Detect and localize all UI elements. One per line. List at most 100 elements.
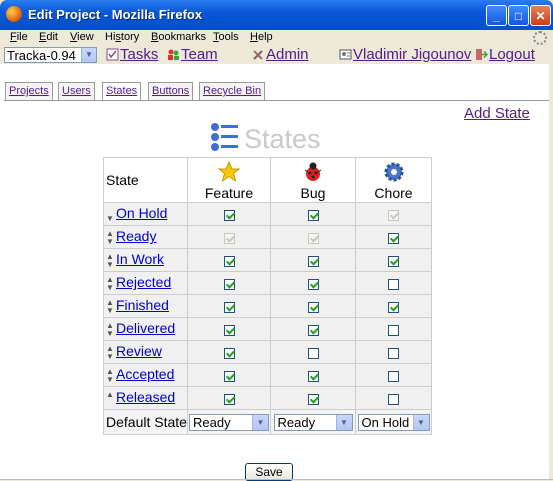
chore-checkbox[interactable] (388, 301, 399, 313)
table-row: ▼ On Hold (103, 202, 432, 226)
move-down-icon[interactable]: ▼ (105, 329, 115, 337)
chore-checkbox[interactable] (388, 324, 399, 336)
close-button[interactable]: ✕ (530, 5, 551, 26)
state-link[interactable]: On Hold (116, 205, 167, 221)
feature-default-value: Ready (193, 414, 231, 430)
bug-checkbox[interactable] (307, 370, 319, 382)
state-link[interactable]: Delivered (116, 320, 175, 336)
move-up-icon[interactable]: ▲ (105, 298, 115, 306)
feature-checkbox[interactable] (223, 301, 235, 313)
state-link[interactable]: Accepted (116, 366, 174, 382)
add-state-link[interactable]: Add State (464, 105, 530, 122)
feature-cell (187, 294, 271, 318)
reorder-arrows: ▼ (105, 207, 115, 223)
tab-buttons[interactable]: Buttons (148, 82, 194, 100)
state-name-cell: ▼ On Hold (103, 202, 188, 226)
feature-checkbox[interactable] (223, 393, 235, 405)
tab-projects[interactable]: Projects (5, 82, 53, 100)
state-link[interactable]: Ready (116, 228, 156, 244)
menu-help[interactable]: Help (250, 31, 273, 43)
admin-link[interactable]: Admin (266, 46, 309, 63)
move-down-icon[interactable]: ▼ (105, 214, 115, 222)
move-up-icon[interactable]: ▲ (105, 367, 115, 375)
bug-checkbox[interactable] (307, 278, 319, 290)
move-up-icon[interactable]: ▲ (105, 390, 115, 398)
chore-cell (355, 340, 432, 364)
bug-cell (270, 271, 356, 295)
chore-cell (355, 225, 432, 249)
move-down-icon[interactable]: ▼ (105, 260, 115, 268)
bug-default-value: Ready (277, 414, 316, 430)
admin-tools-icon (253, 50, 263, 60)
move-up-icon[interactable]: ▲ (105, 321, 115, 329)
bug-checkbox[interactable] (307, 209, 319, 221)
move-down-icon[interactable]: ▼ (105, 306, 115, 314)
bug-default-cell: Ready ▼ (270, 409, 356, 435)
feature-checkbox[interactable] (223, 347, 235, 359)
feature-default-select[interactable]: Ready ▼ (189, 413, 269, 431)
state-link[interactable]: In Work (116, 251, 164, 267)
feature-cell (187, 317, 271, 341)
chore-checkbox[interactable] (388, 232, 399, 244)
logout-link[interactable]: Logout (489, 46, 535, 63)
move-down-icon[interactable]: ▼ (105, 283, 115, 291)
feature-checkbox[interactable] (223, 278, 235, 290)
user-link[interactable]: Vladimir Jigounov (353, 46, 471, 63)
bug-cell (270, 225, 356, 249)
feature-checkbox[interactable] (223, 255, 235, 267)
tasks-link[interactable]: Tasks (120, 46, 158, 63)
move-up-icon[interactable]: ▲ (105, 229, 115, 237)
table-row: ▲ ▼ In Work (103, 248, 432, 272)
move-down-icon[interactable]: ▼ (105, 237, 115, 245)
bug-checkbox[interactable] (307, 347, 319, 359)
chore-default-select[interactable]: On Hold ▼ (357, 413, 430, 431)
bug-default-select[interactable]: Ready ▼ (273, 413, 353, 431)
reorder-arrows: ▲ (105, 390, 115, 407)
tab-users[interactable]: Users (58, 82, 95, 100)
menu-view[interactable]: View (70, 31, 94, 43)
tab-states[interactable]: States (102, 82, 142, 100)
default-state-row: Default State Ready ▼ Ready ▼ On Hold ▼ (103, 409, 432, 435)
chore-cell (355, 363, 432, 387)
menu-bookmarks[interactable]: Bookmarks (151, 31, 206, 43)
bug-checkbox (307, 232, 319, 244)
feature-checkbox[interactable] (223, 324, 235, 336)
chore-checkbox[interactable] (388, 393, 399, 405)
menu-tools[interactable]: Tools (213, 31, 239, 43)
header-bug-label: Bug (300, 185, 326, 201)
move-up-icon[interactable]: ▲ (105, 275, 115, 283)
state-name-cell: ▲ ▼ Rejected (103, 271, 188, 295)
chore-checkbox[interactable] (388, 347, 399, 359)
table-row: ▲ ▼ Review (103, 340, 432, 364)
menu-file[interactable]: File (10, 31, 28, 43)
bug-checkbox[interactable] (307, 255, 319, 267)
state-link[interactable]: Review (116, 343, 162, 359)
feature-checkbox[interactable] (223, 370, 235, 382)
tab-recycle-bin[interactable]: Recycle Bin (199, 82, 266, 100)
bug-checkbox[interactable] (307, 324, 319, 336)
bug-checkbox[interactable] (307, 301, 319, 313)
chore-checkbox[interactable] (388, 255, 399, 267)
maximize-button[interactable]: □ (508, 5, 529, 26)
menu-edit[interactable]: Edit (39, 31, 58, 43)
bug-checkbox[interactable] (307, 393, 319, 405)
bug-cell (270, 294, 356, 318)
menu-history[interactable]: History (105, 31, 139, 43)
move-down-icon[interactable]: ▼ (105, 375, 115, 383)
minimize-button[interactable]: _ (486, 5, 507, 26)
team-icon (168, 49, 179, 60)
feature-cell (187, 248, 271, 272)
chore-checkbox[interactable] (388, 370, 399, 382)
state-link[interactable]: Released (116, 389, 175, 405)
state-link[interactable]: Finished (116, 297, 169, 313)
state-link[interactable]: Rejected (116, 274, 171, 290)
throbber-icon (533, 31, 547, 45)
move-down-icon[interactable]: ▼ (105, 352, 115, 360)
project-select[interactable]: Tracka-0.94 ▼ (4, 47, 97, 63)
feature-checkbox[interactable] (223, 209, 235, 221)
team-link[interactable]: Team (181, 46, 218, 63)
header-feature-label: Feature (204, 185, 254, 201)
move-up-icon[interactable]: ▲ (105, 252, 115, 260)
chore-checkbox[interactable] (388, 278, 399, 290)
move-up-icon[interactable]: ▲ (105, 344, 115, 352)
